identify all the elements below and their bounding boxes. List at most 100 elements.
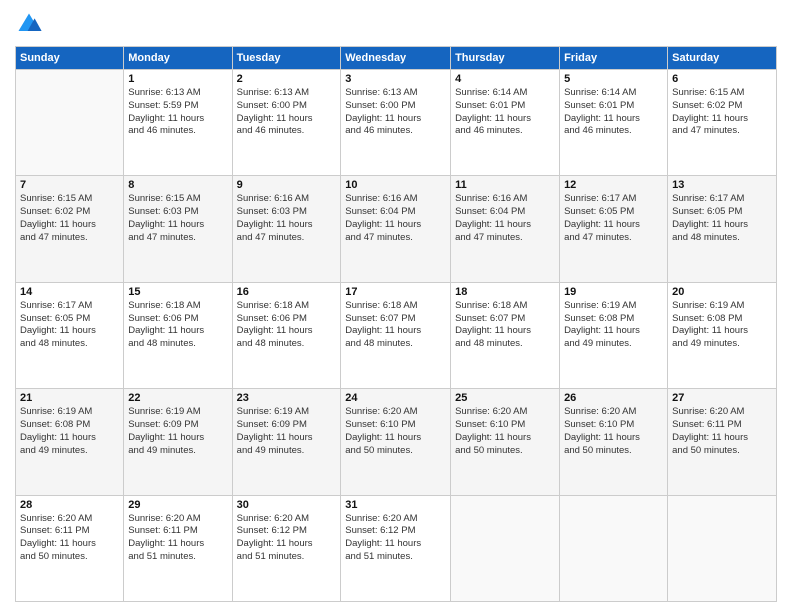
day-number: 23 xyxy=(237,392,337,404)
day-cell: 23 Sunrise: 6:19 AM Sunset: 6:09 PM Dayli… xyxy=(232,389,341,495)
day-number: 12 xyxy=(564,179,663,191)
day-number: 30 xyxy=(237,499,337,511)
day-info: Sunrise: 6:18 AM Sunset: 6:07 PM Dayligh… xyxy=(345,300,446,351)
day-cell: 2Sunrise: 6:13 AM Sunset: 6:00 PM Daylig… xyxy=(232,70,341,176)
day-number: 2 xyxy=(237,73,337,85)
day-cell: 24Sunrise: 6:20 AM Sunset: 6:10 PM Dayli… xyxy=(341,389,451,495)
day-number: 25 xyxy=(455,392,555,404)
day-info: Sunrise: 6:17 AM Sunset: 6:05 PM Dayligh… xyxy=(672,193,772,244)
day-number: 11 xyxy=(455,179,555,191)
day-number: 17 xyxy=(345,286,446,298)
day-cell: 9 Sunrise: 6:16 AM Sunset: 6:03 PM Daylig… xyxy=(232,176,341,282)
day-cell: 17 Sunrise: 6:18 AM Sunset: 6:07 PM Dayli… xyxy=(341,282,451,388)
day-info: Sunrise: 6:20 AM Sunset: 6:12 PM Dayligh… xyxy=(237,513,337,564)
day-number: 22 xyxy=(128,392,227,404)
day-info: Sunrise: 6:16 AM Sunset: 6:04 PM Dayligh… xyxy=(345,193,446,244)
day-info: Sunrise: 6:19 AM Sunset: 6:08 PM Dayligh… xyxy=(672,300,772,351)
calendar-table: SundayMondayTuesdayWednesdayThursdayFrid… xyxy=(15,46,777,602)
day-cell: 28 Sunrise: 6:20 AM Sunset: 6:11 PM Dayli… xyxy=(16,495,124,601)
day-info: Sunrise: 6:15 AM Sunset: 6:03 PM Dayligh… xyxy=(128,193,227,244)
day-cell: 20 Sunrise: 6:19 AM Sunset: 6:08 PM Dayli… xyxy=(668,282,777,388)
day-cell: 29 Sunrise: 6:20 AM Sunset: 6:11 PM Dayli… xyxy=(124,495,232,601)
day-cell: 15 Sunrise: 6:18 AM Sunset: 6:06 PM Dayli… xyxy=(124,282,232,388)
day-number: 15 xyxy=(128,286,227,298)
day-info: Sunrise: 6:13 AM Sunset: 6:00 PM Dayligh… xyxy=(345,87,446,138)
day-info: Sunrise: 6:14 AM Sunset: 6:01 PM Dayligh… xyxy=(564,87,663,138)
day-number: 28 xyxy=(20,499,119,511)
day-number: 3 xyxy=(345,73,446,85)
day-header-monday: Monday xyxy=(124,47,232,70)
day-cell: 18Sunrise: 6:18 AM Sunset: 6:07 PM Dayli… xyxy=(451,282,560,388)
day-number: 26 xyxy=(564,392,663,404)
day-number: 10 xyxy=(345,179,446,191)
day-info: Sunrise: 6:16 AM Sunset: 6:03 PM Dayligh… xyxy=(237,193,337,244)
day-cell: 5 Sunrise: 6:14 AM Sunset: 6:01 PM Daylig… xyxy=(560,70,668,176)
day-cell xyxy=(16,70,124,176)
day-number: 5 xyxy=(564,73,663,85)
day-cell: 3 Sunrise: 6:13 AM Sunset: 6:00 PM Daylig… xyxy=(341,70,451,176)
day-cell: 8 Sunrise: 6:15 AM Sunset: 6:03 PM Daylig… xyxy=(124,176,232,282)
day-cell: 21Sunrise: 6:19 AM Sunset: 6:08 PM Dayli… xyxy=(16,389,124,495)
day-header-friday: Friday xyxy=(560,47,668,70)
page: SundayMondayTuesdayWednesdayThursdayFrid… xyxy=(0,0,792,612)
day-number: 9 xyxy=(237,179,337,191)
week-row-1: 7 Sunrise: 6:15 AM Sunset: 6:02 PM Daylig… xyxy=(16,176,777,282)
day-number: 18 xyxy=(455,286,555,298)
day-number: 13 xyxy=(672,179,772,191)
day-info: Sunrise: 6:19 AM Sunset: 6:09 PM Dayligh… xyxy=(128,406,227,457)
day-info: Sunrise: 6:17 AM Sunset: 6:05 PM Dayligh… xyxy=(564,193,663,244)
week-row-2: 14Sunrise: 6:17 AM Sunset: 6:05 PM Dayli… xyxy=(16,282,777,388)
day-number: 6 xyxy=(672,73,772,85)
day-info: Sunrise: 6:20 AM Sunset: 6:11 PM Dayligh… xyxy=(672,406,772,457)
day-number: 8 xyxy=(128,179,227,191)
day-info: Sunrise: 6:15 AM Sunset: 6:02 PM Dayligh… xyxy=(20,193,119,244)
day-header-tuesday: Tuesday xyxy=(232,47,341,70)
day-info: Sunrise: 6:14 AM Sunset: 6:01 PM Dayligh… xyxy=(455,87,555,138)
day-header-thursday: Thursday xyxy=(451,47,560,70)
day-header-saturday: Saturday xyxy=(668,47,777,70)
day-cell: 7 Sunrise: 6:15 AM Sunset: 6:02 PM Daylig… xyxy=(16,176,124,282)
day-info: Sunrise: 6:20 AM Sunset: 6:10 PM Dayligh… xyxy=(564,406,663,457)
day-cell: 16 Sunrise: 6:18 AM Sunset: 6:06 PM Dayli… xyxy=(232,282,341,388)
day-cell: 31Sunrise: 6:20 AM Sunset: 6:12 PM Dayli… xyxy=(341,495,451,601)
header-row: SundayMondayTuesdayWednesdayThursdayFrid… xyxy=(16,47,777,70)
day-number: 29 xyxy=(128,499,227,511)
day-cell xyxy=(668,495,777,601)
day-info: Sunrise: 6:16 AM Sunset: 6:04 PM Dayligh… xyxy=(455,193,555,244)
day-number: 4 xyxy=(455,73,555,85)
day-cell: 30 Sunrise: 6:20 AM Sunset: 6:12 PM Dayli… xyxy=(232,495,341,601)
day-cell: 11 Sunrise: 6:16 AM Sunset: 6:04 PM Dayli… xyxy=(451,176,560,282)
logo-icon xyxy=(15,10,43,38)
day-info: Sunrise: 6:19 AM Sunset: 6:09 PM Dayligh… xyxy=(237,406,337,457)
day-info: Sunrise: 6:20 AM Sunset: 6:11 PM Dayligh… xyxy=(128,513,227,564)
day-number: 16 xyxy=(237,286,337,298)
day-number: 14 xyxy=(20,286,119,298)
day-cell: 12 Sunrise: 6:17 AM Sunset: 6:05 PM Dayli… xyxy=(560,176,668,282)
day-info: Sunrise: 6:18 AM Sunset: 6:06 PM Dayligh… xyxy=(237,300,337,351)
day-cell: 25 Sunrise: 6:20 AM Sunset: 6:10 PM Dayli… xyxy=(451,389,560,495)
day-info: Sunrise: 6:20 AM Sunset: 6:11 PM Dayligh… xyxy=(20,513,119,564)
day-header-wednesday: Wednesday xyxy=(341,47,451,70)
header xyxy=(15,10,777,38)
day-info: Sunrise: 6:13 AM Sunset: 5:59 PM Dayligh… xyxy=(128,87,227,138)
day-info: Sunrise: 6:20 AM Sunset: 6:10 PM Dayligh… xyxy=(455,406,555,457)
day-number: 7 xyxy=(20,179,119,191)
day-cell: 10 Sunrise: 6:16 AM Sunset: 6:04 PM Dayli… xyxy=(341,176,451,282)
day-number: 1 xyxy=(128,73,227,85)
day-cell: 1 Sunrise: 6:13 AM Sunset: 5:59 PM Daylig… xyxy=(124,70,232,176)
day-cell: 19Sunrise: 6:19 AM Sunset: 6:08 PM Dayli… xyxy=(560,282,668,388)
day-cell: 14Sunrise: 6:17 AM Sunset: 6:05 PM Dayli… xyxy=(16,282,124,388)
day-number: 27 xyxy=(672,392,772,404)
day-cell: 6Sunrise: 6:15 AM Sunset: 6:02 PM Daylig… xyxy=(668,70,777,176)
day-cell: 4 Sunrise: 6:14 AM Sunset: 6:01 PM Daylig… xyxy=(451,70,560,176)
day-header-sunday: Sunday xyxy=(16,47,124,70)
day-cell xyxy=(451,495,560,601)
day-number: 31 xyxy=(345,499,446,511)
week-row-3: 21Sunrise: 6:19 AM Sunset: 6:08 PM Dayli… xyxy=(16,389,777,495)
day-info: Sunrise: 6:19 AM Sunset: 6:08 PM Dayligh… xyxy=(20,406,119,457)
day-cell: 27 Sunrise: 6:20 AM Sunset: 6:11 PM Dayli… xyxy=(668,389,777,495)
week-row-4: 28 Sunrise: 6:20 AM Sunset: 6:11 PM Dayli… xyxy=(16,495,777,601)
day-cell: 22 Sunrise: 6:19 AM Sunset: 6:09 PM Dayli… xyxy=(124,389,232,495)
day-number: 20 xyxy=(672,286,772,298)
day-info: Sunrise: 6:18 AM Sunset: 6:06 PM Dayligh… xyxy=(128,300,227,351)
